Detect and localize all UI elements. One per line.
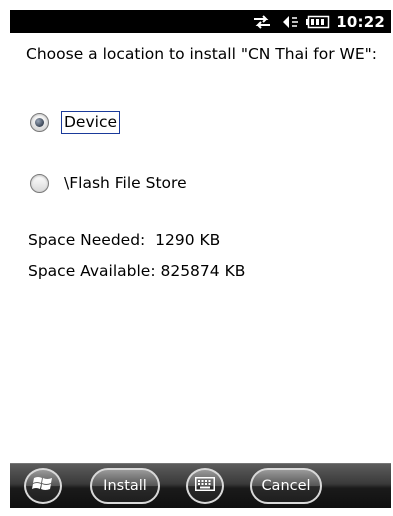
device-label[interactable]: Device bbox=[60, 111, 121, 134]
connectivity-arrows-icon bbox=[252, 14, 272, 30]
location-prompt: Choose a location to install "CN Thai fo… bbox=[26, 45, 378, 63]
install-button[interactable]: Install bbox=[90, 468, 160, 504]
cancel-button[interactable]: Cancel bbox=[250, 468, 322, 504]
install-dialog: Choose a location to install "CN Thai fo… bbox=[26, 45, 381, 64]
device-radio[interactable] bbox=[30, 113, 49, 132]
keyboard-icon bbox=[195, 477, 215, 495]
speaker-icon bbox=[280, 14, 300, 30]
flash-file-store-label[interactable]: \Flash File Store bbox=[62, 173, 189, 194]
space-needed: Space Needed: 1290 KB bbox=[28, 231, 221, 249]
status-bar: 10:22 bbox=[10, 10, 391, 33]
option-device[interactable]: Device bbox=[30, 111, 121, 134]
screen: 10:22 Choose a location to install "CN T… bbox=[10, 10, 391, 508]
battery-icon bbox=[306, 15, 330, 29]
windows-start-icon bbox=[32, 474, 54, 498]
bottom-toolbar: Install Cancel bbox=[10, 463, 391, 508]
keyboard-button[interactable] bbox=[186, 468, 224, 504]
status-icons: 10:22 bbox=[252, 10, 385, 33]
option-flash-file-store[interactable]: \Flash File Store bbox=[30, 173, 189, 194]
start-button[interactable] bbox=[24, 468, 62, 504]
flash-file-store-radio[interactable] bbox=[30, 174, 49, 193]
clock: 10:22 bbox=[336, 12, 385, 31]
space-available: Space Available: 825874 KB bbox=[28, 262, 246, 280]
